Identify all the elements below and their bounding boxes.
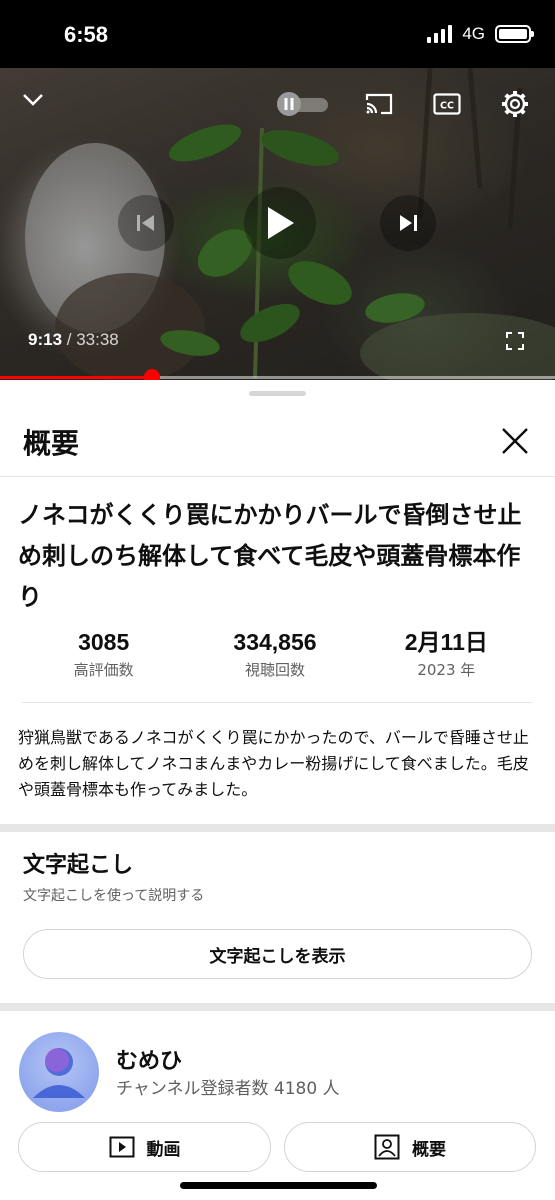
chevron-down-icon[interactable] — [22, 92, 44, 111]
videos-button[interactable]: 動画 — [18, 1122, 271, 1172]
pause-autoplay-toggle-icon[interactable] — [276, 92, 330, 120]
captions-icon[interactable]: CC — [433, 93, 461, 119]
likes-label: 高評価数 — [73, 661, 134, 679]
home-indicator[interactable] — [180, 1182, 377, 1189]
signal-icon — [427, 25, 453, 43]
close-button[interactable] — [498, 424, 532, 458]
videos-button-label: 動画 — [146, 1139, 181, 1160]
fullscreen-icon[interactable] — [506, 332, 524, 354]
network-type: 4G — [462, 24, 485, 43]
subscriber-count: チャンネル登録者数 4180 人 — [116, 1079, 340, 1099]
cast-icon[interactable] — [364, 92, 394, 120]
likes-stat: 3085 高評価数 — [18, 627, 189, 680]
date-stat: 2月11日 2023 年 — [361, 627, 532, 680]
description-text: 狩猟鳥獣であるノネコがくくり罠にかかったので、バールで昏睡させ止めを刺し解体して… — [18, 728, 529, 799]
divider — [22, 702, 532, 703]
status-icons: 4G — [427, 24, 534, 44]
progress-bar[interactable] — [0, 369, 555, 385]
section-divider — [0, 824, 555, 832]
video-stats: 3085 高評価数 334,856 視聴回数 2月11日 2023 年 — [18, 627, 532, 680]
publish-year: 2023 年 — [417, 661, 476, 679]
settings-gear-icon[interactable] — [500, 89, 530, 123]
transcript-subtitle: 文字起こしを使って説明する — [23, 888, 205, 904]
user-silhouette-icon — [33, 1048, 85, 1098]
sheet-title: 概要 — [23, 427, 80, 460]
next-button[interactable] — [380, 195, 436, 251]
publish-date: 2月11日 — [404, 629, 488, 655]
next-icon — [400, 215, 417, 231]
status-time: 6:58 — [64, 22, 109, 47]
play-icon — [268, 207, 294, 239]
video-player[interactable]: CC 9:13 / 33:38 — [0, 68, 555, 380]
divider — [0, 476, 555, 477]
current-time: 9:13 — [28, 330, 63, 349]
play-button[interactable] — [244, 187, 316, 259]
duration: 33:38 — [76, 330, 119, 349]
show-transcript-label: 文字起こしを表示 — [209, 946, 346, 967]
video-title: ノネコがくくり罠にかかりバールで昏倒させ止め刺しのち解体して食べて毛皮や頭蓋骨標… — [18, 501, 522, 611]
channel-name[interactable]: むめひ — [116, 1043, 182, 1075]
description-sheet: 概要 ノネコがくくり罠にかかりバールで昏倒させ止め刺しのち解体して食べて毛皮や頭… — [0, 380, 555, 1200]
sheet-drag-handle[interactable] — [249, 391, 306, 396]
close-icon — [502, 428, 528, 454]
previous-icon — [137, 215, 154, 231]
time-separator: / — [62, 330, 77, 349]
views-stat: 334,856 視聴回数 — [189, 627, 360, 680]
views-label: 視聴回数 — [244, 661, 305, 679]
progress-fill — [0, 376, 152, 379]
likes-count: 3085 — [78, 629, 130, 655]
about-button-label: 概要 — [412, 1139, 446, 1160]
time-display: 9:13 / 33:38 — [28, 330, 119, 350]
about-button[interactable]: 概要 — [284, 1122, 536, 1172]
show-transcript-button[interactable]: 文字起こしを表示 — [23, 929, 532, 979]
channel-avatar[interactable] — [19, 1032, 99, 1112]
views-count: 334,856 — [233, 629, 317, 655]
svg-text:CC: CC — [440, 101, 454, 112]
battery-icon — [495, 25, 534, 43]
person-icon — [374, 1134, 400, 1160]
video-play-icon — [109, 1136, 134, 1158]
transcript-title: 文字起こし — [23, 853, 134, 878]
section-divider — [0, 1003, 555, 1011]
status-bar: 6:58 4G — [0, 0, 555, 68]
previous-button[interactable] — [118, 195, 174, 251]
